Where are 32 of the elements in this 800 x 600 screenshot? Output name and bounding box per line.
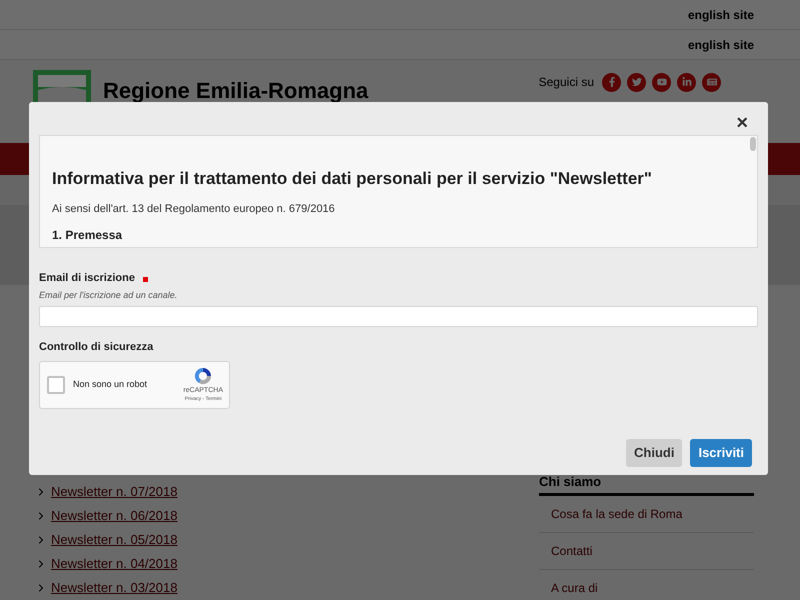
close-dialog-button[interactable]: Chiudi [626,438,682,466]
linkedin-icon[interactable] [677,72,696,92]
scrollbar[interactable] [750,137,756,151]
newsletter-link[interactable]: Newsletter n. 06/2018 [51,506,178,526]
site-title: Regione Emilia-Romagna [103,77,368,105]
sidebar-link[interactable]: Cosa fa la sede di Roma [551,504,682,522]
newsletter-link[interactable]: Newsletter n. 03/2018 [51,578,178,598]
captcha-label: Non sono un robot [73,378,148,391]
email-label: Email di iscrizione [39,271,135,286]
sidebar-link[interactable]: Contatti [551,542,592,560]
newsletter-link[interactable]: Newsletter n. 07/2018 [51,482,178,502]
youtube-icon[interactable] [652,72,671,92]
english-site-link[interactable]: english site [688,6,754,24]
newsletter-link[interactable]: Newsletter n. 04/2018 [51,554,178,574]
captcha-logo-icon [193,366,214,386]
email-help: Email per l'iscrizione ad un canale. [39,288,178,302]
newsletter-link[interactable]: Newsletter n. 05/2018 [51,530,178,550]
newspaper-icon[interactable] [702,72,721,92]
email-field[interactable] [39,306,758,327]
close-button[interactable]: × [736,110,758,135]
captcha-checkbox[interactable] [47,376,65,394]
section-heading: 1. Premessa [52,227,124,244]
subscribe-button[interactable]: Iscriviti [690,438,752,466]
privacy-title: Informativa per il trattamento dei dati personali per il servizio "Newsletter" [52,168,653,190]
sidebar-link[interactable]: A cura di [551,578,598,596]
facebook-icon[interactable] [602,72,621,92]
security-label: Controllo di sicurezza [39,340,154,355]
english-site-link[interactable]: english site [688,36,754,54]
privacy-subtitle: Ai sensi dell'art. 13 del Regolamento europeo n. 679/2016 [52,202,336,216]
follow-label: Seguici su [538,74,594,91]
twitter-icon[interactable] [627,72,646,92]
logo-icon [33,70,91,102]
